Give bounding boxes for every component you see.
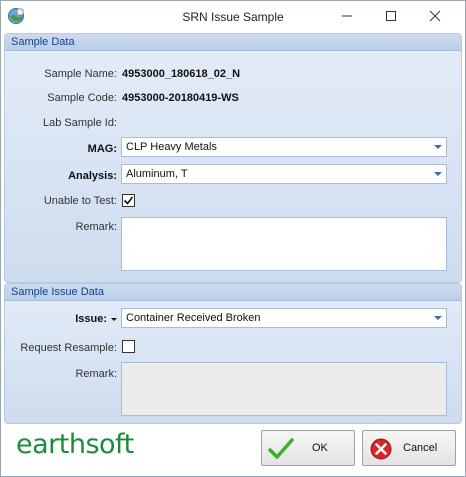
srn-issue-sample-dialog: SRN Issue Sample Sample Data Sample Name… (0, 0, 466, 477)
request-resample-label: Request Resample: (20, 342, 117, 354)
checkmark-icon (268, 437, 294, 461)
chevron-down-icon (434, 145, 442, 149)
caret-down-icon (111, 317, 117, 321)
minimize-icon (342, 15, 352, 17)
mag-select-value: CLP Heavy Metals (126, 141, 217, 153)
issue-select[interactable]: Container Received Broken (121, 308, 447, 328)
checkmark-icon (123, 196, 134, 205)
sample-name-label: Sample Name: (44, 68, 117, 80)
sample-name-value: 4953000_180618_02_N (122, 68, 241, 80)
sample-issue-data-header: Sample Issue Data (5, 284, 461, 301)
unable-to-test-label: Unable to Test: (43, 195, 117, 207)
dialog-footer: earthsoft OK Cancel (2, 425, 464, 475)
cancel-button[interactable]: Cancel (362, 430, 456, 466)
cancel-label: Cancel (403, 442, 438, 454)
cancel-icon (369, 437, 395, 461)
mag-label: MAG: (87, 143, 117, 155)
ok-label: OK (312, 442, 328, 454)
issue-remark-label: Remark: (75, 368, 117, 380)
ok-button[interactable]: OK (261, 430, 355, 466)
issue-remark-textarea[interactable] (121, 362, 447, 416)
remark-textarea[interactable] (121, 217, 447, 271)
analysis-select-value: Aluminum, T (126, 168, 188, 180)
earthsoft-logo: earthsoft (16, 429, 134, 460)
title-bar: SRN Issue Sample (1, 1, 465, 33)
sample-code-label: Sample Code: (47, 92, 117, 104)
sample-data-header: Sample Data (5, 34, 461, 51)
minimize-button[interactable] (325, 1, 369, 31)
issue-select-value: Container Received Broken (126, 312, 261, 324)
issue-label: Issue: (75, 313, 107, 325)
maximize-button[interactable] (369, 1, 413, 31)
sample-code-value: 4953000-20180419-WS (122, 92, 239, 104)
close-icon (429, 10, 441, 22)
sample-data-group: Sample Data Sample Name: 4953000_180618_… (4, 33, 462, 283)
request-resample-checkbox[interactable] (122, 340, 135, 353)
sample-issue-data-group: Sample Issue Data Issue: Container Recei… (4, 283, 462, 424)
lab-sample-id-label: Lab Sample Id: (43, 117, 117, 129)
maximize-icon (386, 11, 396, 21)
mag-select[interactable]: CLP Heavy Metals (121, 137, 447, 157)
chevron-down-icon (434, 316, 442, 320)
remark-label: Remark: (75, 221, 117, 233)
analysis-select[interactable]: Aluminum, T (121, 164, 447, 184)
close-button[interactable] (413, 1, 457, 31)
unable-to-test-checkbox[interactable] (122, 194, 135, 207)
issue-label-dropdown[interactable]: Issue: (9, 313, 117, 325)
chevron-down-icon (434, 172, 442, 176)
analysis-label: Analysis: (68, 170, 117, 182)
